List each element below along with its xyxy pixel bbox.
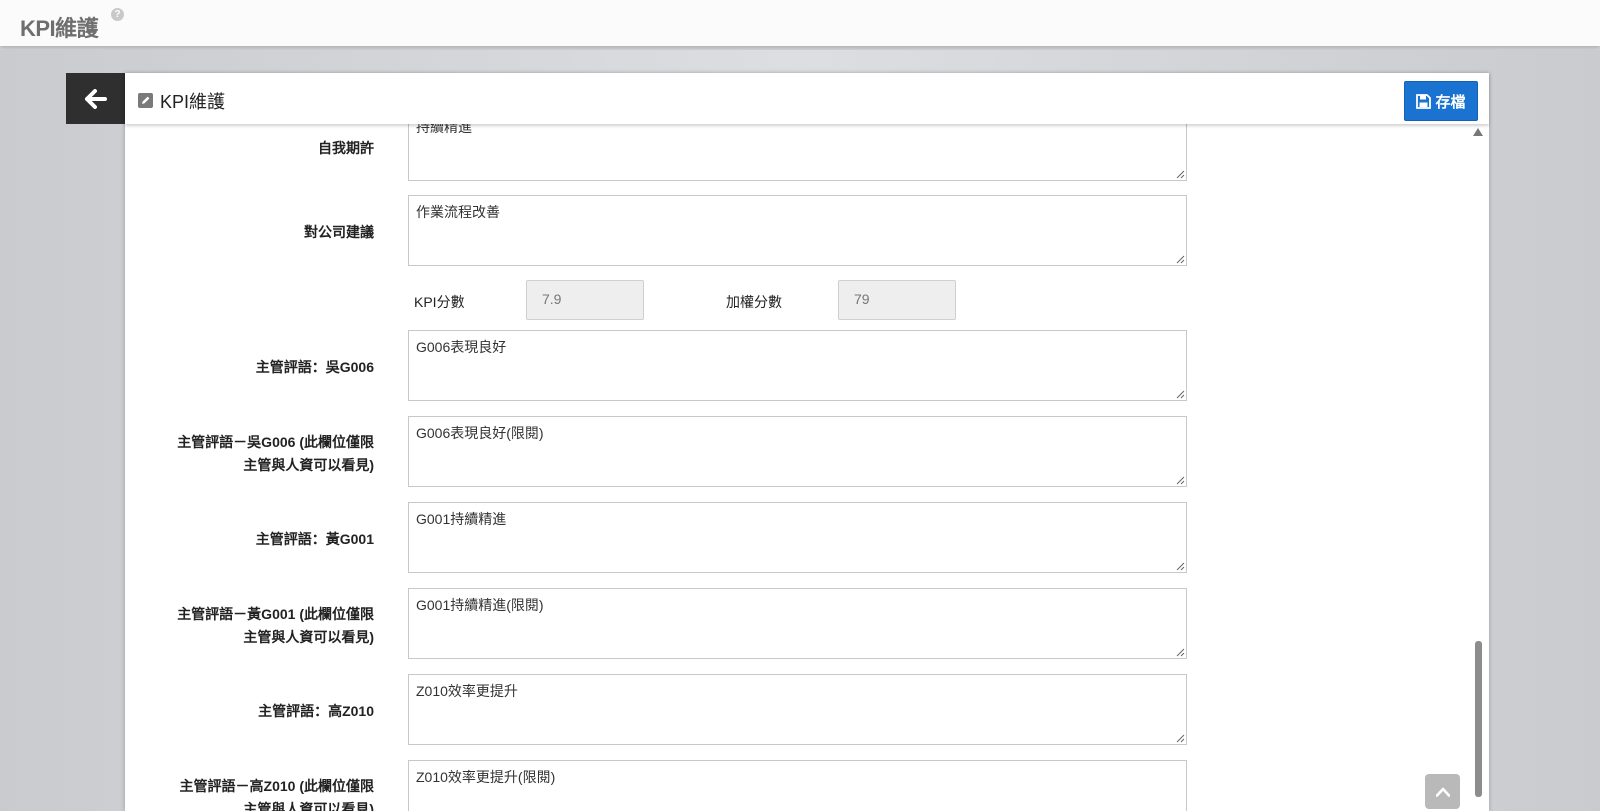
resize-handle-icon[interactable] <box>1176 255 1185 264</box>
field-value: Z010效率更提升(限閱) <box>416 769 556 785</box>
field-label: 對公司建議 <box>304 224 374 240</box>
manager-comment-textarea[interactable]: Z010效率更提升 <box>408 674 1187 745</box>
field-label: 主管評語：高Z010 <box>258 703 374 719</box>
field-value: G006表現良好 <box>416 339 507 355</box>
field-value: Z010效率更提升 <box>416 683 518 699</box>
page-title: KPI維護 <box>20 16 99 41</box>
resize-handle-icon[interactable] <box>1176 476 1185 485</box>
manager-comment-textarea[interactable]: G001持續精進 <box>408 502 1187 573</box>
resize-handle-icon[interactable] <box>1176 734 1185 743</box>
scrollbar-thumb[interactable] <box>1475 641 1482 797</box>
resize-handle-icon[interactable] <box>1176 390 1185 399</box>
back-button[interactable] <box>66 73 125 124</box>
field-label-line: 主管評語－黃G001 (此欄位僅限 <box>177 606 374 622</box>
save-icon <box>1416 93 1432 109</box>
field-label-line: 主管與人資可以看見) <box>243 629 374 645</box>
score-row: KPI分數 7.9 加權分數 79 <box>125 280 1465 324</box>
field-value: G001持續精進 <box>416 511 507 527</box>
field-label-line: 主管評語－吳G006 (此欄位僅限 <box>177 434 374 450</box>
field-value: 持續精進 <box>416 124 472 135</box>
kpi-dialog: KPI維護 存檔 自我期許 持續精進 對公司建議 作業流程改善 KPI分數 7.… <box>125 73 1489 811</box>
form-body: 自我期許 持續精進 對公司建議 作業流程改善 KPI分數 7.9 加權分數 79… <box>125 124 1489 811</box>
resize-handle-icon[interactable] <box>1176 562 1185 571</box>
edit-icon <box>138 93 153 108</box>
field-label: 自我期許 <box>318 140 374 156</box>
resize-handle-icon[interactable] <box>1176 170 1185 179</box>
field-value: G006表現良好(限閱) <box>416 425 544 441</box>
back-arrow-icon <box>84 88 107 109</box>
self-expectation-textarea[interactable]: 持續精進 <box>408 124 1187 181</box>
field-value: G001持續精進(限閱) <box>416 597 544 613</box>
field-label: 主管評語－黃G001 (此欄位僅限 主管與人資可以看見) <box>125 603 374 649</box>
field-label: 主管評語－高Z010 (此欄位僅限 主管與人資可以看見) <box>125 775 374 811</box>
field-value: 作業流程改善 <box>416 204 500 220</box>
save-button[interactable]: 存檔 <box>1404 81 1478 121</box>
company-suggestion-textarea[interactable]: 作業流程改善 <box>408 195 1187 266</box>
manager-comment-restricted-textarea[interactable]: G001持續精進(限閱) <box>408 588 1187 659</box>
field-label: 主管評語：黃G001 <box>255 531 374 547</box>
resize-handle-icon[interactable] <box>1176 648 1185 657</box>
weighted-score-label: 加權分數 <box>726 294 782 310</box>
kpi-score-label: KPI分數 <box>414 294 465 310</box>
manager-comment-restricted-textarea[interactable]: Z010效率更提升(限閱) <box>408 760 1187 811</box>
scroll-up-icon[interactable] <box>1473 128 1483 136</box>
dialog-header: KPI維護 存檔 <box>125 73 1489 124</box>
save-label: 存檔 <box>1435 93 1466 111</box>
field-label: 主管評語－吳G006 (此欄位僅限 主管與人資可以看見) <box>125 431 374 477</box>
back-to-top-button[interactable] <box>1425 774 1460 809</box>
field-label-line: 主管與人資可以看見) <box>243 801 374 811</box>
manager-comment-textarea[interactable]: G006表現良好 <box>408 330 1187 401</box>
manager-comment-restricted-textarea[interactable]: G006表現良好(限閱) <box>408 416 1187 487</box>
dialog-title: KPI維護 <box>160 92 226 112</box>
weighted-score-field: 79 <box>838 280 956 320</box>
help-icon[interactable]: ? <box>111 8 124 21</box>
field-label: 主管評語：吳G006 <box>255 359 374 375</box>
back-to-top-icon <box>1435 787 1450 797</box>
field-label-line: 主管與人資可以看見) <box>243 457 374 473</box>
kpi-score-field: 7.9 <box>526 280 644 320</box>
top-bar: KPI維護 ? <box>0 0 1600 46</box>
field-label-line: 主管評語－高Z010 (此欄位僅限 <box>179 778 374 794</box>
